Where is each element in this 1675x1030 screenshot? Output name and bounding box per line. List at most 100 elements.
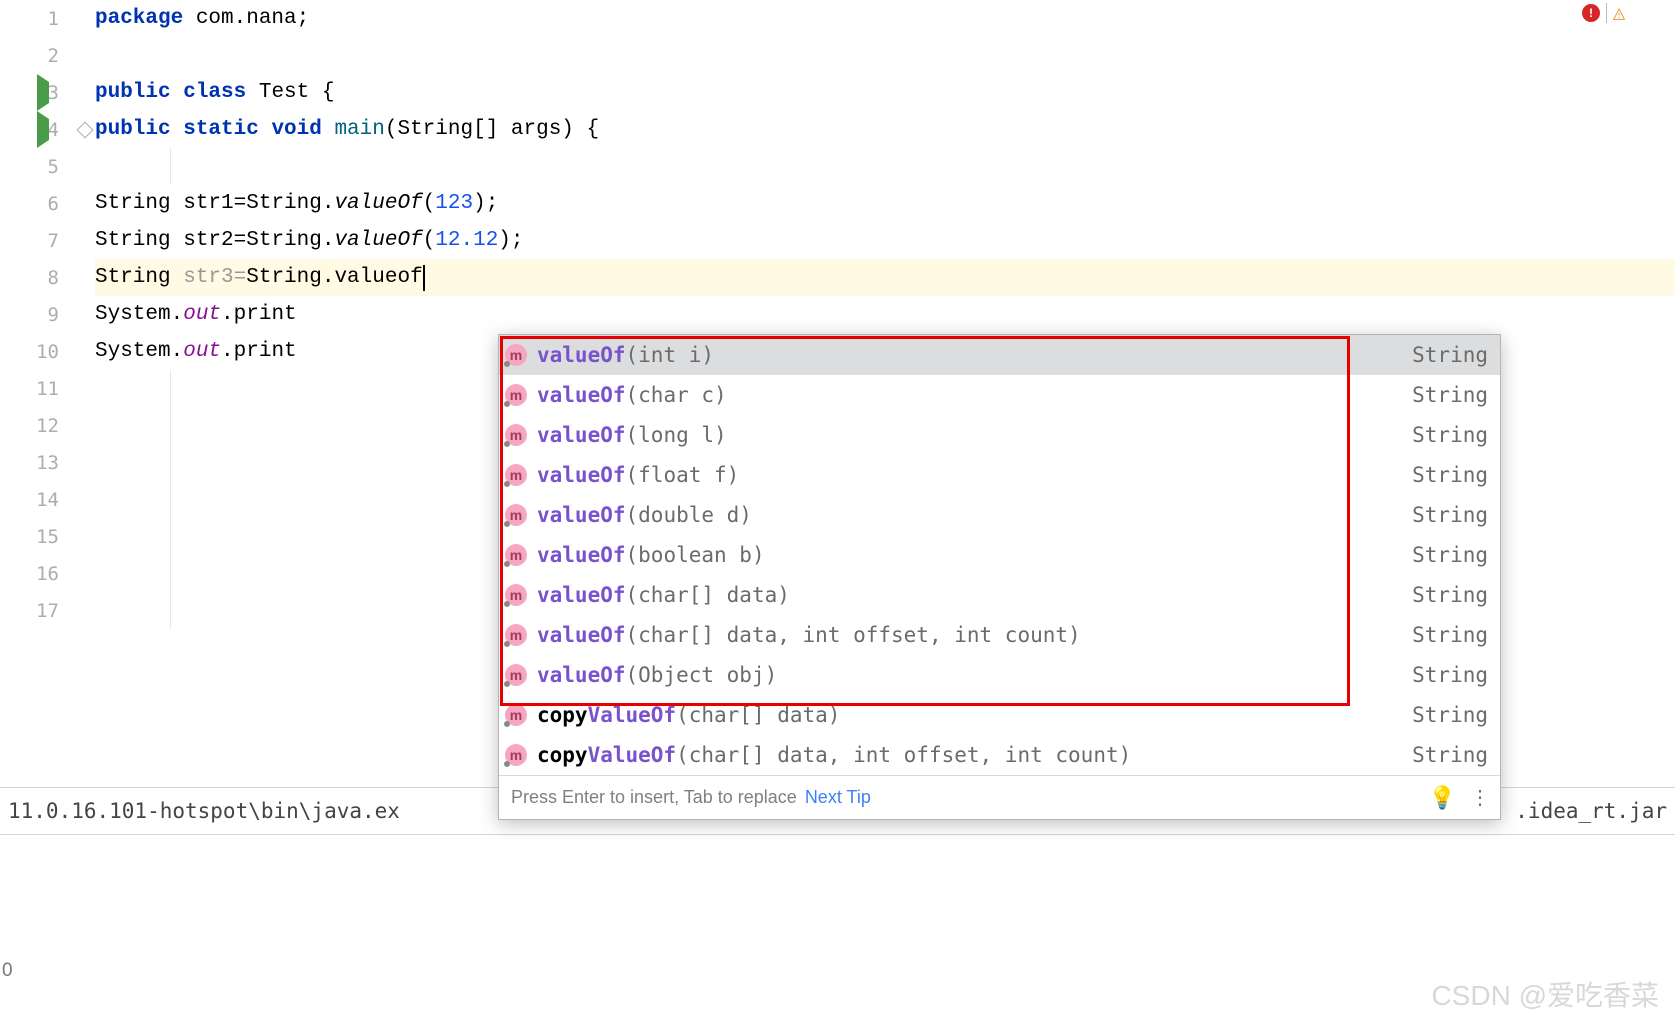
method-icon: m <box>505 424 527 446</box>
completion-method: valueOf <box>537 623 626 647</box>
completion-params: (char c) <box>626 383 727 407</box>
method-icon: m <box>505 584 527 606</box>
code-line-6[interactable]: String str1=String.valueOf(123); <box>95 185 1675 222</box>
var-str3: str3= <box>183 266 246 289</box>
code-line-9[interactable]: System.out.print <box>95 296 1675 333</box>
code-line-8[interactable]: String str3=String.valueof <box>95 259 1675 296</box>
completion-params: (double d) <box>626 503 752 527</box>
keyword-public: public <box>95 81 183 104</box>
completion-item[interactable]: mcopyValueOf(char[] data)String <box>499 695 1500 735</box>
completion-item[interactable]: mvalueOf(long l)String <box>499 415 1500 455</box>
completion-return-type: String <box>1412 583 1488 607</box>
completion-item[interactable]: mvalueOf(float f)String <box>499 455 1500 495</box>
gutter: 1 2 3 4 5 6 7 8 9 10 11 12 13 14 15 16 1… <box>0 0 85 1030</box>
next-tip-link[interactable]: Next Tip <box>805 787 871 808</box>
paren-open: ( <box>423 229 436 252</box>
type-string: String <box>95 266 183 289</box>
code-line-7[interactable]: String str2=String.valueOf(12.12); <box>95 222 1675 259</box>
gutter-line-4[interactable]: 4 <box>0 111 85 148</box>
more-menu-icon[interactable]: ⋮ <box>1470 785 1488 810</box>
method-valueof-typing: valueof <box>334 266 422 289</box>
method-icon: m <box>505 744 527 766</box>
console-text-left: 11.0.16.101-hotspot\bin\java.ex <box>8 799 400 823</box>
line-number: 3 <box>48 82 59 104</box>
gutter-line-16: 16 <box>0 555 85 592</box>
class-string: String. <box>246 192 334 215</box>
completion-params: (boolean b) <box>626 543 765 567</box>
gutter-line-5: 5 <box>0 148 85 185</box>
completion-params: (char[] data, int offset, int count) <box>676 743 1131 767</box>
literal-1212: 12.12 <box>435 229 498 252</box>
completion-item[interactable]: mvalueOf(int i)String <box>499 335 1500 375</box>
line-number: 2 <box>48 45 59 67</box>
line-number: 6 <box>48 193 59 215</box>
gutter-line-17: 17 <box>0 592 85 629</box>
method-icon: m <box>505 384 527 406</box>
class-string: String. <box>246 229 334 252</box>
bulb-icon[interactable]: 💡 <box>1429 785 1456 811</box>
inspection-badge[interactable]: ! ⚠ <box>1582 0 1625 26</box>
keyword-package: package <box>95 7 183 30</box>
completion-method-prefix: copy <box>537 743 588 767</box>
line-number: 5 <box>48 156 59 178</box>
completion-return-type: String <box>1412 423 1488 447</box>
class-name: Test <box>259 81 322 104</box>
gutter-line-3[interactable]: 3 <box>0 74 85 111</box>
error-icon[interactable]: ! <box>1582 4 1600 22</box>
popup-footer: Press Enter to insert, Tab to replace Ne… <box>499 775 1500 819</box>
gutter-line-2: 2 <box>0 37 85 74</box>
completion-method-match: ValueOf <box>588 703 677 727</box>
completion-params: (char[] data, int offset, int count) <box>626 623 1081 647</box>
line-number: 8 <box>48 267 59 289</box>
warning-icon[interactable]: ⚠ <box>1613 0 1625 26</box>
completion-item[interactable]: mvalueOf(char[] data, int offset, int co… <box>499 615 1500 655</box>
gutter-line-13: 13 <box>0 444 85 481</box>
method-icon: m <box>505 344 527 366</box>
completion-item[interactable]: mvalueOf(char[] data)String <box>499 575 1500 615</box>
divider <box>1606 3 1607 23</box>
completion-params: (float f) <box>626 463 740 487</box>
completion-method-prefix: copy <box>537 703 588 727</box>
completion-method: valueOf <box>537 423 626 447</box>
completion-return-type: String <box>1412 383 1488 407</box>
method-icon: m <box>505 504 527 526</box>
main-params: (String[] args) <box>385 118 587 141</box>
completion-method: valueOf <box>537 383 626 407</box>
code-line-5[interactable] <box>95 148 1675 185</box>
line-number: 4 <box>48 119 59 141</box>
run-icon[interactable] <box>37 82 49 103</box>
type-string: String <box>95 229 183 252</box>
popup-hint: Press Enter to insert, Tab to replace <box>511 787 797 808</box>
method-print: .print <box>221 303 297 326</box>
line-number: 7 <box>48 230 59 252</box>
completion-item[interactable]: mvalueOf(Object obj)String <box>499 655 1500 695</box>
class-string: String. <box>246 266 334 289</box>
type-string: String <box>95 192 183 215</box>
keyword-void: void <box>271 118 334 141</box>
brace: { <box>587 118 600 141</box>
code-line-1[interactable]: package com.nana; <box>95 0 1675 37</box>
code-line-2[interactable] <box>95 37 1675 74</box>
brace: { <box>322 81 335 104</box>
completion-method-match: ValueOf <box>588 743 677 767</box>
code-line-4[interactable]: public static void main(String[] args) { <box>95 111 1675 148</box>
completion-item[interactable]: mvalueOf(double d)String <box>499 495 1500 535</box>
gutter-line-10: 10 <box>0 333 85 370</box>
completion-item[interactable]: m valueOf(char c) String <box>499 375 1500 415</box>
completion-return-type: String <box>1412 543 1488 567</box>
completion-item[interactable]: mcopyValueOf(char[] data, int offset, in… <box>499 735 1500 775</box>
line-number: 14 <box>36 489 59 511</box>
completion-item[interactable]: mvalueOf(boolean b)String <box>499 535 1500 575</box>
var-str2: str2= <box>183 229 246 252</box>
completion-method: valueOf <box>537 543 626 567</box>
gutter-line-11: 11 <box>0 370 85 407</box>
keyword-class: class <box>183 81 259 104</box>
method-main: main <box>334 118 384 141</box>
gutter-line-1: 1 <box>0 0 85 37</box>
autocomplete-popup[interactable]: mvalueOf(int i)StringmvalueOf(char c)Str… <box>498 334 1501 820</box>
gutter-line-7: 7 <box>0 222 85 259</box>
literal-123: 123 <box>435 192 473 215</box>
keyword-public: public <box>95 118 183 141</box>
code-line-3[interactable]: public class Test { <box>95 74 1675 111</box>
run-icon[interactable] <box>37 119 49 140</box>
